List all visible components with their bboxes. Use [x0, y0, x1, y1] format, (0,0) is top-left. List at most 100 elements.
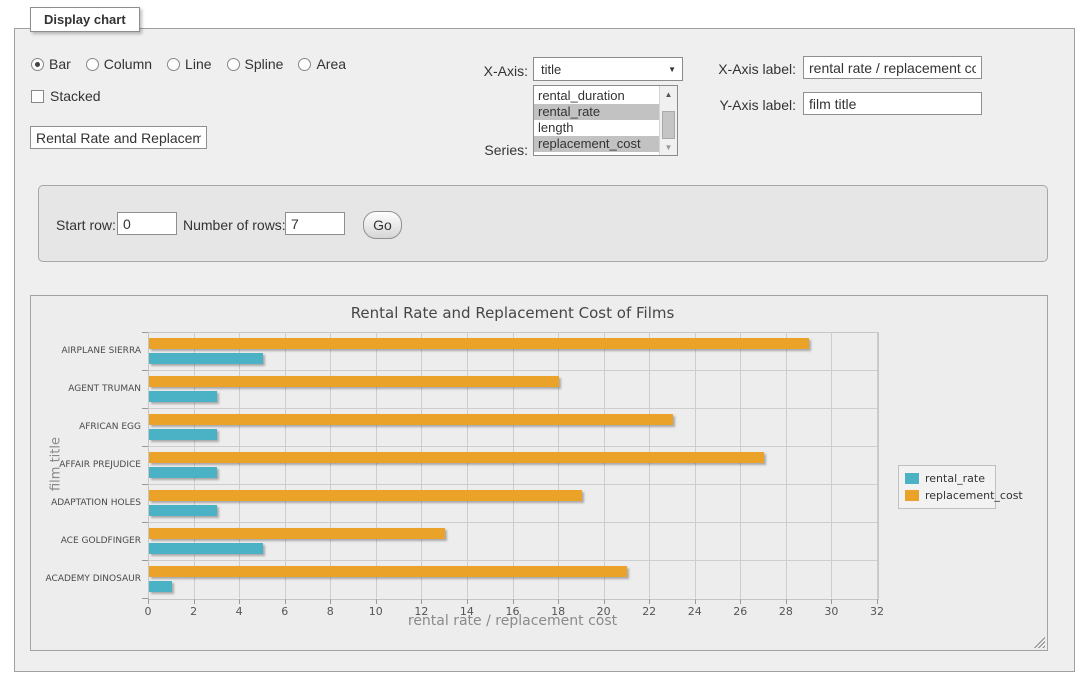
x-tick-mark [376, 599, 377, 604]
x-tick-mark [285, 599, 286, 604]
x-axis-select-label: X-Axis: [448, 63, 528, 79]
category-label: AGENT TRUMAN [31, 384, 141, 394]
gridline-vertical [285, 332, 286, 598]
radio-option-column[interactable]: Column [86, 56, 152, 72]
y-tick-mark [142, 598, 148, 599]
y-axis-label-input[interactable] [803, 92, 982, 115]
chart-legend: rental_rate replacement_cost [898, 465, 996, 509]
gridline-vertical [877, 332, 878, 598]
bar-replacement_cost [149, 414, 673, 425]
x-tick-label: 20 [584, 605, 624, 618]
gridline-horizontal [148, 484, 877, 485]
legend-label: replacement_cost [925, 489, 1023, 502]
x-tick-label: 32 [857, 605, 897, 618]
x-tick-label: 30 [811, 605, 851, 618]
gridline-vertical [421, 332, 422, 598]
bar-rental_rate [149, 429, 217, 440]
category-label: AFFAIR PREJUDICE [31, 460, 141, 470]
series-option-rental_rate[interactable]: rental_rate [534, 104, 659, 120]
num-rows-label: Number of rows: [183, 217, 286, 233]
gridline-vertical [330, 332, 331, 598]
scrollbar-thumb[interactable] [662, 111, 675, 139]
radio-label: Spline [245, 56, 284, 72]
y-tick-mark [142, 446, 148, 447]
scroll-up-icon[interactable]: ▲ [660, 86, 677, 102]
series-option-replacement_cost[interactable]: replacement_cost [534, 136, 659, 152]
radio-label: Area [316, 56, 346, 72]
bar-replacement_cost [149, 528, 445, 539]
chart-container: Rental Rate and Replacement Cost of Film… [30, 295, 1048, 651]
radio-option-area[interactable]: Area [298, 56, 346, 72]
category-label: ACADEMY DINOSAUR [31, 574, 141, 584]
stacked-option[interactable]: Stacked [31, 88, 101, 104]
x-tick-mark [148, 599, 149, 604]
radio-button[interactable] [227, 58, 240, 71]
bar-rental_rate [149, 543, 263, 554]
x-axis-label-input[interactable] [803, 56, 982, 79]
legend-item-replacement_cost: replacement_cost [905, 487, 995, 504]
category-label: ADAPTATION HOLES [31, 498, 141, 508]
gridline-horizontal [148, 446, 877, 447]
gridline-vertical [513, 332, 514, 598]
bar-rental_rate [149, 505, 217, 516]
y-tick-mark [142, 370, 148, 371]
radio-option-line[interactable]: Line [167, 56, 211, 72]
gridline-horizontal [148, 370, 877, 371]
gridline-vertical [786, 332, 787, 598]
chart-title-input[interactable] [30, 126, 207, 149]
legend-label: rental_rate [925, 472, 985, 485]
x-tick-label: 24 [675, 605, 715, 618]
panel-title: Display chart [30, 7, 140, 32]
radio-label: Line [185, 56, 211, 72]
x-axis-select[interactable]: title ▼ [533, 57, 683, 81]
x-tick-label: 14 [447, 605, 487, 618]
radio-option-bar[interactable]: Bar [31, 56, 71, 72]
radio-button[interactable] [298, 58, 311, 71]
y-tick-mark [142, 332, 148, 333]
y-tick-mark [142, 408, 148, 409]
x-tick-mark [467, 599, 468, 604]
series-multiselect[interactable]: rental_durationrental_ratelengthreplacem… [533, 85, 678, 156]
x-tick-label: 22 [629, 605, 669, 618]
series-option-rental_duration[interactable]: rental_duration [534, 88, 659, 104]
y-tick-mark [142, 522, 148, 523]
series-option-length[interactable]: length [534, 120, 659, 136]
resize-handle-icon[interactable] [1033, 636, 1045, 648]
radio-button[interactable] [86, 58, 99, 71]
radio-option-spline[interactable]: Spline [227, 56, 284, 72]
bar-rental_rate [149, 467, 217, 478]
series-scrollbar[interactable]: ▲ ▼ [659, 86, 677, 155]
start-row-label: Start row: [56, 217, 116, 233]
x-tick-mark [877, 599, 878, 604]
num-rows-input[interactable] [285, 212, 345, 235]
radio-label: Bar [49, 56, 71, 72]
series-select-label: Series: [448, 142, 528, 158]
x-tick-mark [649, 599, 650, 604]
x-tick-mark [239, 599, 240, 604]
bar-replacement_cost [149, 566, 627, 577]
scroll-down-icon[interactable]: ▼ [660, 139, 677, 155]
radio-button[interactable] [167, 58, 180, 71]
radio-button[interactable] [31, 58, 44, 71]
bar-rental_rate [149, 391, 217, 402]
x-tick-label: 2 [174, 605, 214, 618]
gridline-vertical [604, 332, 605, 598]
chart-title: Rental Rate and Replacement Cost of Film… [148, 304, 877, 322]
gridline-vertical [376, 332, 377, 598]
bar-replacement_cost [149, 490, 582, 501]
y-tick-mark [142, 560, 148, 561]
y-axis-label-field-label: Y-Axis label: [716, 97, 796, 113]
start-row-input[interactable] [117, 212, 177, 235]
gridline-vertical [558, 332, 559, 598]
x-tick-mark [831, 599, 832, 604]
x-tick-label: 6 [265, 605, 305, 618]
go-button[interactable]: Go [363, 211, 402, 239]
legend-item-rental_rate: rental_rate [905, 470, 995, 487]
display-chart-app: Display chart Bar Column Line Spline Area St… [0, 0, 1081, 681]
gridline-vertical [239, 332, 240, 598]
x-tick-mark [421, 599, 422, 604]
x-tick-label: 26 [720, 605, 760, 618]
x-tick-label: 10 [356, 605, 396, 618]
stacked-checkbox[interactable] [31, 90, 44, 103]
y-tick-mark [142, 484, 148, 485]
